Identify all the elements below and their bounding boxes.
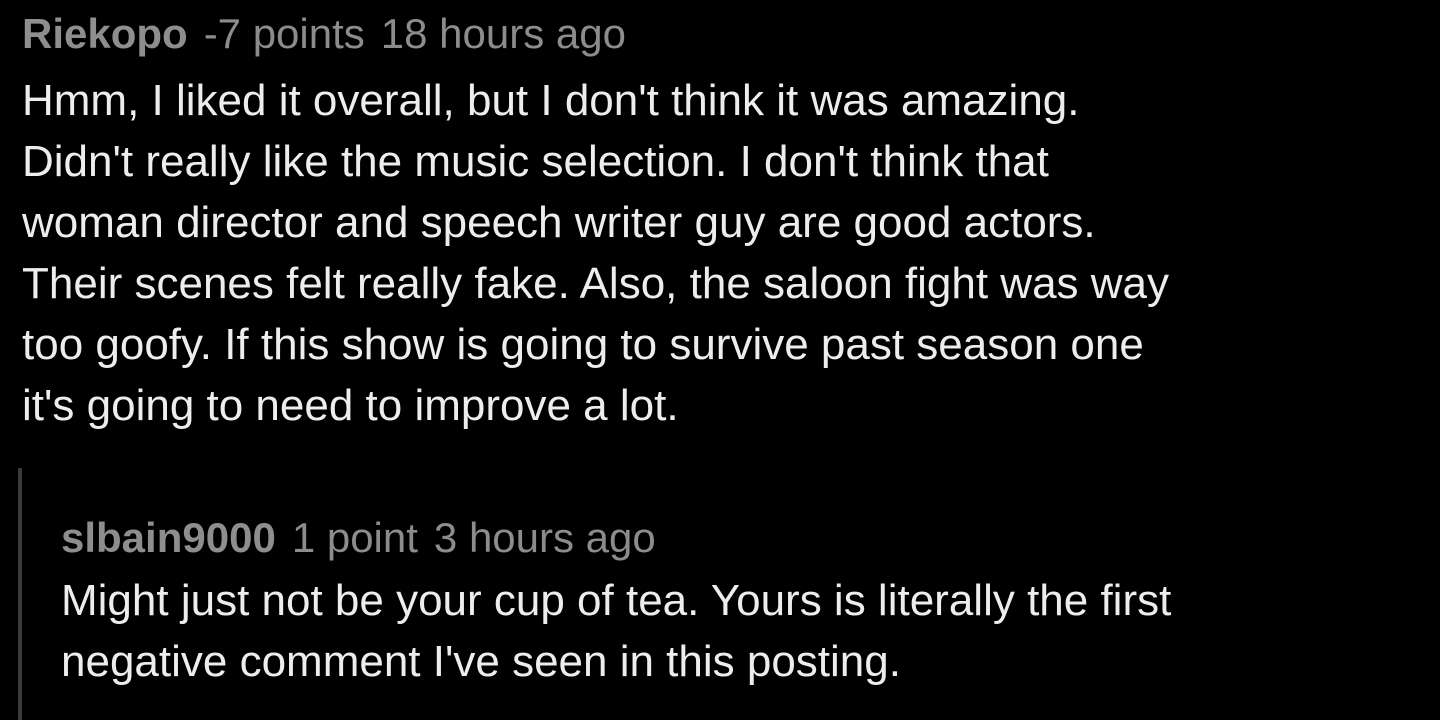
comment: Riekopo -7 points 18 hours ago Hmm, I like… [22, 8, 1422, 436]
reply-body-line: negative comment I've seen in this posti… [61, 637, 901, 686]
comment-body-line: Their scenes felt really fake. Also, the… [22, 259, 1170, 308]
reply-comment: slbain9000 1 point 3 hours ago Might just … [61, 512, 1411, 692]
comment-body-line: it's going to need to improve a lot. [22, 381, 679, 430]
comment-body: Hmm, I liked it overall, but I don't thi… [22, 70, 1422, 436]
reply-meta: slbain9000 1 point 3 hours ago [61, 512, 1411, 564]
reply-body: Might just not be your cup of tea. Yours… [61, 570, 1411, 692]
reply-body-line: Might just not be your cup of tea. Yours… [61, 576, 1172, 625]
comment-meta: Riekopo -7 points 18 hours ago [22, 8, 1422, 60]
reply-thread: slbain9000 1 point 3 hours ago Might just … [18, 468, 1418, 720]
comment-author[interactable]: Riekopo [22, 10, 188, 57]
comment-body-line: Hmm, I liked it overall, but I don't thi… [22, 76, 1080, 125]
reply-time: 3 hours ago [433, 514, 656, 561]
comment-body-line: woman director and speech writer guy are… [22, 198, 1096, 247]
comment-body-line: too goofy. If this show is going to surv… [22, 320, 1144, 369]
reply-author[interactable]: slbain9000 [61, 514, 276, 561]
comment-points: -7 points [203, 10, 365, 57]
comment-time: 18 hours ago [380, 10, 626, 57]
reply-points: 1 point [291, 514, 418, 561]
thread-indent-bar[interactable] [18, 468, 22, 720]
comment-body-line: Didn't really like the music selection. … [22, 137, 1049, 186]
